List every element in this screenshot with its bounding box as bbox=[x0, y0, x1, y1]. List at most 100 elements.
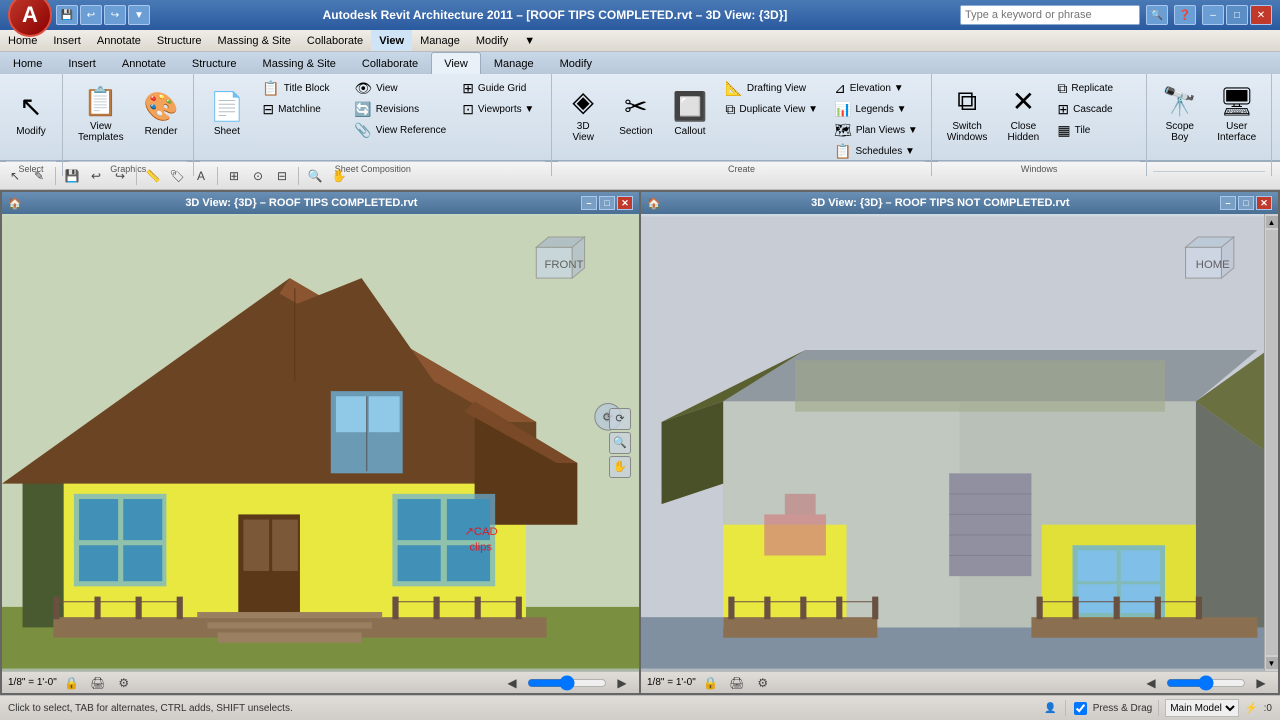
left-scroll-bar[interactable] bbox=[527, 675, 607, 691]
section-button[interactable]: ✂ Section bbox=[610, 78, 661, 148]
viewports-button[interactable]: ⊡ Viewports ▼ bbox=[455, 99, 545, 119]
title-block-button[interactable]: 📋 Title Block bbox=[255, 78, 345, 98]
left-maximize-button[interactable]: □ bbox=[599, 196, 615, 210]
duplicate-view-button[interactable]: ⧉ Duplicate View ▼ bbox=[718, 99, 825, 119]
menu-collaborate[interactable]: Collaborate bbox=[299, 30, 371, 51]
tab-manage[interactable]: Manage bbox=[481, 52, 547, 74]
scroll-down[interactable]: ▼ bbox=[1266, 657, 1278, 669]
search-input[interactable] bbox=[960, 5, 1140, 25]
matchline-button[interactable]: ⊟ Matchline bbox=[255, 99, 345, 119]
right-maximize-button[interactable]: □ bbox=[1238, 196, 1254, 210]
help-button[interactable]: ❓ bbox=[1174, 5, 1196, 25]
scroll-up[interactable]: ▲ bbox=[1266, 216, 1278, 228]
tab-massing[interactable]: Massing & Site bbox=[250, 52, 349, 74]
menu-view[interactable]: View bbox=[371, 30, 412, 51]
model-selector[interactable]: Main Model bbox=[1165, 699, 1239, 717]
tool-undo[interactable]: ↩ bbox=[85, 165, 107, 187]
menu-manage[interactable]: Manage bbox=[412, 30, 468, 51]
press-drag-checkbox[interactable] bbox=[1074, 702, 1087, 715]
menu-modify[interactable]: Modify bbox=[468, 30, 516, 51]
tool-measure[interactable]: 📏 bbox=[142, 165, 164, 187]
drafting-view-button[interactable]: 📐 Drafting View bbox=[718, 78, 825, 98]
quick-save[interactable]: 💾 bbox=[56, 5, 78, 25]
tool-select[interactable]: ↖ bbox=[4, 165, 26, 187]
right-close-button[interactable]: ✕ bbox=[1256, 196, 1272, 210]
menu-extra[interactable]: ▼ bbox=[516, 30, 543, 51]
right-vertical-scrollbar[interactable]: ▲ ▼ bbox=[1264, 214, 1278, 671]
schedules-button[interactable]: 📋 Schedules ▼ bbox=[827, 141, 925, 161]
left-viewport-canvas[interactable]: ↗CAD clips FRONT ⟳ ⟳ 🔍 bbox=[2, 214, 639, 671]
tool-snap[interactable]: ⊙ bbox=[247, 165, 269, 187]
modify-button[interactable]: ↖ Modify bbox=[6, 78, 56, 148]
tab-insert[interactable]: Insert bbox=[55, 52, 109, 74]
menu-insert[interactable]: Insert bbox=[45, 30, 89, 51]
maximize-button[interactable]: □ bbox=[1226, 5, 1248, 25]
tool-align[interactable]: ⊞ bbox=[223, 165, 245, 187]
view-templates-button[interactable]: 📋 ViewTemplates bbox=[69, 78, 133, 150]
right-scroll-bar[interactable] bbox=[1166, 675, 1246, 691]
left-scroll-left[interactable]: ◀ bbox=[501, 672, 523, 694]
left-nav-tools: ⟳ 🔍 ✋ bbox=[609, 408, 631, 478]
left-lock-icon[interactable]: 🔒 bbox=[61, 672, 83, 694]
user-interface-button[interactable]: 🖥 UserInterface bbox=[1208, 78, 1265, 150]
right-viewport-canvas[interactable]: HOME ▲ ▼ bbox=[641, 214, 1278, 671]
elevation-button[interactable]: ⊿ Elevation ▼ bbox=[827, 78, 925, 98]
tab-view[interactable]: View bbox=[431, 52, 481, 74]
plan-views-button[interactable]: 🗺 Plan Views ▼ bbox=[827, 120, 925, 140]
search-button[interactable]: 🔍 bbox=[1146, 5, 1168, 25]
cascade-button[interactable]: ⊞ Cascade bbox=[1050, 99, 1140, 119]
tool-save[interactable]: 💾 bbox=[61, 165, 83, 187]
tab-annotate[interactable]: Annotate bbox=[109, 52, 179, 74]
replicate-button[interactable]: ⧉ Replicate bbox=[1050, 78, 1140, 98]
menu-structure[interactable]: Structure bbox=[149, 30, 210, 51]
quick-undo[interactable]: ↩ bbox=[80, 5, 102, 25]
right-lock-icon[interactable]: 🔒 bbox=[700, 672, 722, 694]
3d-view-button[interactable]: ◈ 3DView bbox=[558, 78, 608, 150]
tab-collaborate[interactable]: Collaborate bbox=[349, 52, 431, 74]
right-minimize-button[interactable]: – bbox=[1220, 196, 1236, 210]
sheet-button[interactable]: 📄 Sheet bbox=[200, 78, 253, 148]
revisions-button[interactable]: 🔄 Revisions bbox=[347, 99, 453, 119]
right-scroll-left[interactable]: ◀ bbox=[1140, 672, 1162, 694]
title-bar: A 💾 ↩ ↪ ▼ Autodesk Revit Architecture 20… bbox=[0, 0, 1280, 30]
render-button[interactable]: 🎨 Render bbox=[135, 78, 188, 148]
orbit-tool[interactable]: ⟳ bbox=[609, 408, 631, 430]
guide-grid-button[interactable]: ⊞ Guide Grid bbox=[455, 78, 545, 98]
switch-windows-button[interactable]: ⧉ SwitchWindows bbox=[938, 78, 997, 150]
menu-home[interactable]: Home bbox=[0, 30, 45, 51]
left-scroll-right[interactable]: ▶ bbox=[611, 672, 633, 694]
tool-mirror[interactable]: ⊟ bbox=[271, 165, 293, 187]
quick-redo[interactable]: ↪ bbox=[104, 5, 126, 25]
tool-tag[interactable]: 🏷 bbox=[166, 165, 188, 187]
menu-massing[interactable]: Massing & Site bbox=[210, 30, 299, 51]
tab-structure[interactable]: Structure bbox=[179, 52, 250, 74]
menu-annotate[interactable]: Annotate bbox=[89, 30, 149, 51]
pan-tool[interactable]: ✋ bbox=[609, 456, 631, 478]
scope-boy-button[interactable]: 🔭 ScopeBoy bbox=[1153, 78, 1206, 150]
plan-views-label: Plan Views ▼ bbox=[856, 125, 918, 136]
tool-redo[interactable]: ↪ bbox=[109, 165, 131, 187]
tool-zoom[interactable]: 🔍 bbox=[304, 165, 326, 187]
right-print-icon[interactable]: 🖨 bbox=[726, 672, 748, 694]
tab-modify[interactable]: Modify bbox=[547, 52, 605, 74]
tool-pan[interactable]: ✋ bbox=[328, 165, 350, 187]
legends-button[interactable]: 📊 Legends ▼ bbox=[827, 99, 925, 119]
zoom-tool[interactable]: 🔍 bbox=[609, 432, 631, 454]
right-scroll-right[interactable]: ▶ bbox=[1250, 672, 1272, 694]
left-print-icon[interactable]: 🖨 bbox=[87, 672, 109, 694]
right-settings-icon[interactable]: ⚙ bbox=[752, 672, 774, 694]
close-button[interactable]: ✕ bbox=[1250, 5, 1272, 25]
callout-button[interactable]: 🔲 Callout bbox=[664, 78, 717, 148]
quick-settings[interactable]: ▼ bbox=[128, 5, 150, 25]
close-hidden-button[interactable]: ✕ CloseHidden bbox=[998, 78, 1048, 150]
left-close-button[interactable]: ✕ bbox=[617, 196, 633, 210]
tool-text[interactable]: A bbox=[190, 165, 212, 187]
tab-home[interactable]: Home bbox=[0, 52, 55, 74]
view-comp-button[interactable]: 👁 View bbox=[347, 78, 453, 98]
left-settings-icon[interactable]: ⚙ bbox=[113, 672, 135, 694]
tile-button[interactable]: ▦ Tile bbox=[1050, 120, 1140, 140]
view-reference-button[interactable]: 📎 View Reference bbox=[347, 120, 453, 140]
minimize-button[interactable]: – bbox=[1202, 5, 1224, 25]
tool-draw[interactable]: ✎ bbox=[28, 165, 50, 187]
left-minimize-button[interactable]: – bbox=[581, 196, 597, 210]
